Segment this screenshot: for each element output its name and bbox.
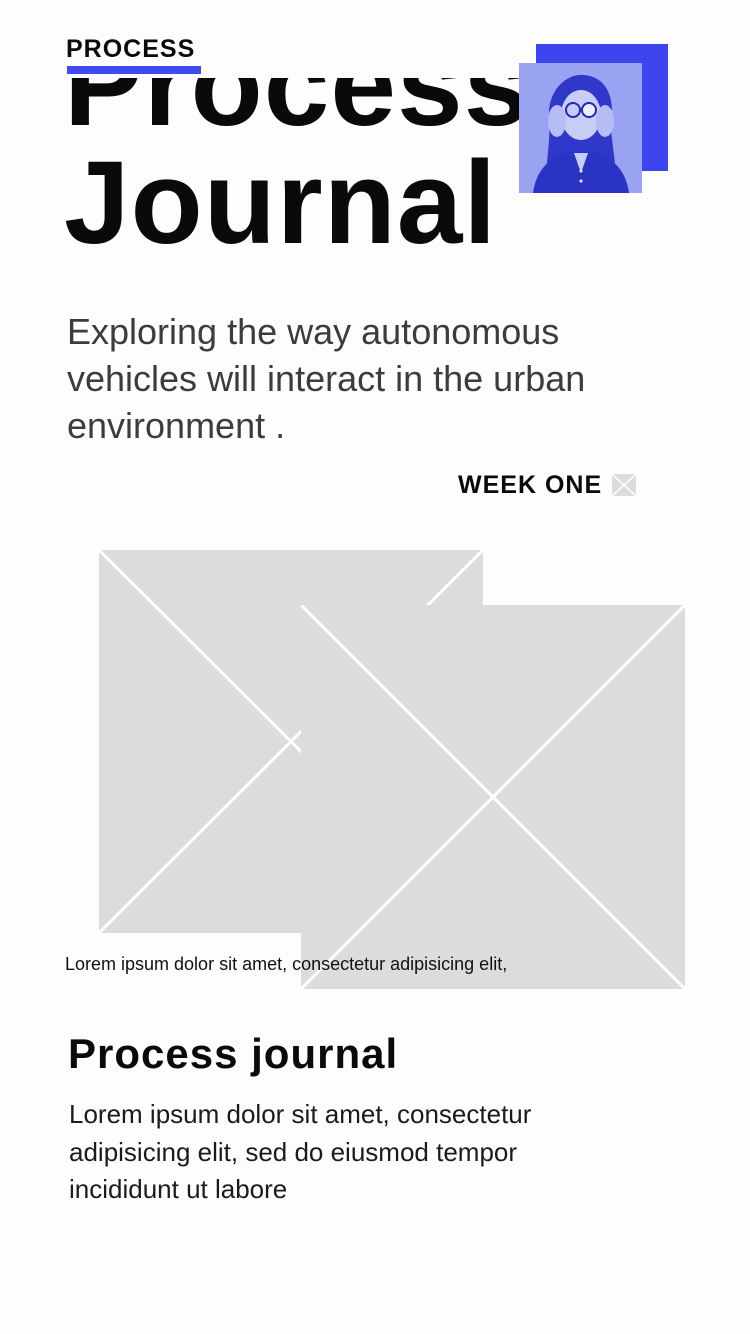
person-illustration [519,63,642,193]
gallery-image-front[interactable] [301,605,685,989]
profile-photo [519,63,642,193]
hero-title-line-2: Journal [64,137,498,269]
nav-active-underline [67,66,201,74]
intro-subtitle: Exploring the way autonomous vehicles wi… [67,311,586,446]
nav-process-link[interactable]: PROCESS [66,33,195,65]
image-placeholder-icon [612,474,637,496]
week-row[interactable]: WEEK ONE [458,470,637,500]
image-placeholder-front-icon [301,605,685,989]
gallery-caption: Lorem ipsum dolor sit amet, consectetur … [65,954,508,974]
week-label[interactable]: WEEK ONE [458,470,602,500]
section-title: Process journal [68,1030,399,1077]
section-body: Lorem ipsum dolor sit amet, consectetur … [69,1099,532,1204]
